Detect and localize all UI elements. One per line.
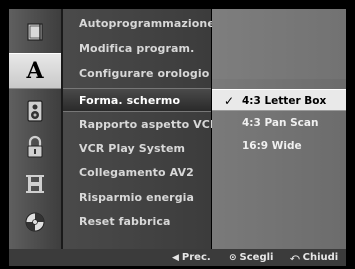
menu-item-configurare-orologio[interactable]: Configurare orologio: [63, 62, 211, 86]
sidebar-item-lock[interactable]: [9, 130, 61, 164]
checkmark-icon: ✓: [224, 94, 235, 108]
options-panel-header-band: [212, 9, 346, 79]
navigation-hint-bar: ◀ Prec. ⊙ Scegli ⤺ Chiudi: [9, 249, 346, 266]
menu-item-forma-schermo[interactable]: Forma. schermo: [63, 88, 211, 112]
sidebar-item-film[interactable]: [9, 167, 61, 201]
options-panel: ✓ 4:3 Letter Box 4:3 Pan Scan 16:9 Wide: [212, 9, 346, 249]
option-4-3-letter-box[interactable]: ✓ 4:3 Letter Box: [212, 89, 346, 111]
settings-menu: Autoprogrammazione Modifica program. Con…: [63, 9, 218, 249]
menu-item-rapporto-aspetto-vcr[interactable]: Rapporto aspetto VCR: [63, 113, 218, 137]
close-hint: ⤺ Chiudi: [290, 249, 338, 267]
lock-icon: [27, 135, 43, 158]
option-16-9-wide[interactable]: 16:9 Wide: [212, 135, 346, 157]
menu-item-autoprogrammazione[interactable]: Autoprogrammazione: [63, 12, 215, 36]
menu-item-vcr-play-system[interactable]: VCR Play System: [63, 137, 211, 161]
sidebar-item-disc[interactable]: [9, 15, 61, 49]
select-hint: ⊙ Scegli: [229, 249, 273, 267]
option-label: 4:3 Pan Scan: [242, 117, 319, 129]
audio-icon: [27, 100, 43, 122]
select-label: Scegli: [239, 252, 274, 263]
close-label: Chiudi: [302, 252, 339, 263]
category-sidebar: A: [9, 9, 63, 249]
language-icon: A: [26, 58, 44, 84]
disc-icon: [27, 23, 43, 41]
prev-hint: ◀ Prec.: [172, 249, 211, 267]
sidebar-item-language[interactable]: A: [9, 53, 61, 89]
disc-settings-icon: [25, 212, 45, 232]
sidebar-item-disc-settings[interactable]: [9, 205, 61, 239]
left-arrow-icon: ◀: [172, 253, 179, 263]
menu-item-modifica-program[interactable]: Modifica program.: [63, 37, 211, 61]
sidebar-item-audio[interactable]: [9, 94, 61, 128]
return-icon: ⤺: [290, 253, 300, 263]
option-4-3-pan-scan[interactable]: 4:3 Pan Scan: [212, 112, 346, 134]
prev-label: Prec.: [181, 252, 211, 263]
select-button-icon: ⊙: [229, 253, 237, 263]
film-icon: [26, 175, 44, 193]
setup-menu-screen: A Autoprogrammazione Modifica program. C…: [0, 0, 355, 269]
option-label: 4:3 Letter Box: [242, 95, 327, 107]
menu-item-reset-fabbrica[interactable]: Reset fabbrica: [63, 210, 211, 234]
option-label: 16:9 Wide: [242, 140, 302, 152]
menu-item-risparmio-energia[interactable]: Risparmio energia: [63, 186, 211, 210]
menu-item-collegamento-av2[interactable]: Collegamento AV2: [63, 161, 211, 185]
